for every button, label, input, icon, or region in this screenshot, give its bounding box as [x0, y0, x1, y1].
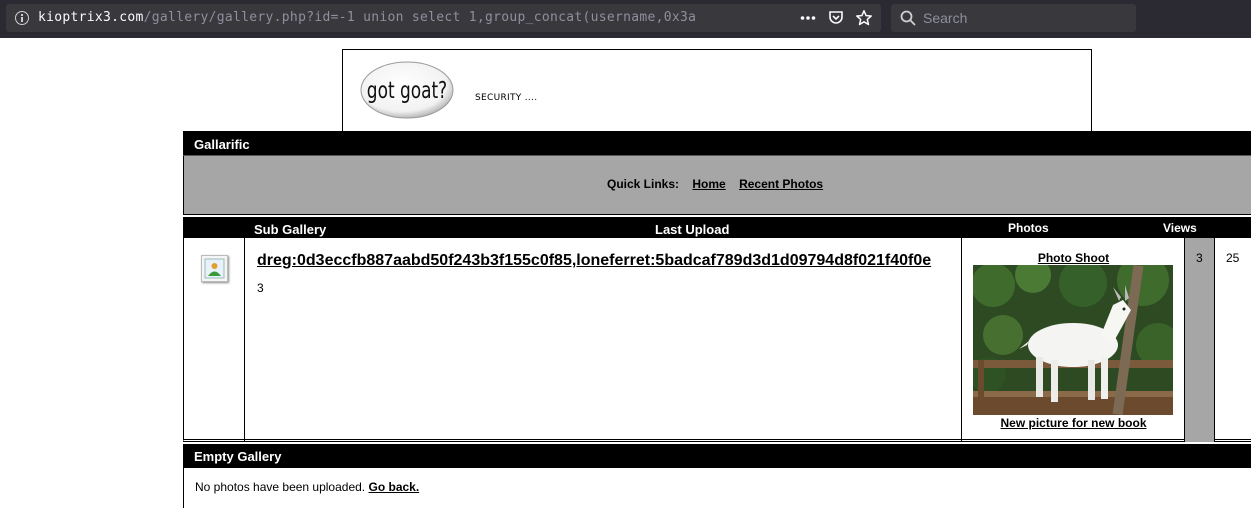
new-picture-link[interactable]: New picture for new book — [962, 416, 1185, 430]
home-link[interactable]: Home — [692, 177, 725, 191]
gallery-title: Gallarific — [194, 137, 250, 152]
pocket-icon[interactable] — [827, 9, 845, 27]
quick-links-label: Quick Links: — [607, 177, 680, 191]
no-photos-text: No photos have been uploaded. — [195, 480, 366, 494]
views-count: 25 — [1226, 251, 1240, 265]
photos-count: 3 — [1196, 251, 1203, 265]
go-back-link[interactable]: Go back. — [368, 480, 419, 494]
gallery-name-cell: dreg:0d3eccfb887aabd50f243b3f155c0f85,lo… — [245, 238, 962, 442]
url-actions — [799, 9, 873, 27]
quick-links-bar: Quick Links: Home Recent Photos — [183, 156, 1251, 215]
gallery-description: 3 — [257, 281, 264, 295]
gallery-image-icon[interactable] — [201, 255, 228, 282]
last-upload-cell: Photo Shoot New picture for new book — [962, 238, 1185, 442]
recent-photos-link[interactable]: Recent Photos — [739, 177, 823, 191]
info-icon[interactable] — [15, 11, 29, 25]
goat-photo[interactable] — [970, 254, 1180, 415]
header-last-upload: Last Upload — [655, 222, 730, 237]
search-placeholder: Search — [923, 10, 968, 26]
url-host: kioptrix3.com — [38, 10, 144, 25]
url-bar[interactable]: kioptrix3.com/gallery/gallery.php?id=-1 … — [6, 4, 881, 32]
url-path: /gallery/gallery.php?id=-1 union select … — [143, 10, 697, 25]
url-fade — [706, 6, 786, 30]
search-icon — [900, 10, 916, 31]
more-icon[interactable] — [799, 9, 817, 27]
url-text[interactable]: kioptrix3.com/gallery/gallery.php?id=-1 … — [38, 10, 778, 25]
tagline: SECURITY .... — [475, 93, 538, 103]
header-views: Views — [1163, 221, 1197, 235]
gallery-title-bar: Gallarific — [183, 131, 1251, 156]
quick-links: Quick Links: Home Recent Photos — [607, 177, 823, 191]
photos-count-cell: 3 — [1185, 238, 1215, 442]
views-count-cell: 25 — [1215, 238, 1251, 442]
bookmark-star-icon[interactable] — [855, 9, 873, 27]
header-sub-gallery: Sub Gallery — [254, 222, 327, 237]
got-goat-logo: got goat? — [359, 60, 455, 120]
gallery-name-link[interactable]: dreg:0d3eccfb887aabd50f243b3f155c0f85,lo… — [257, 252, 931, 270]
search-bar[interactable]: Search — [891, 4, 1136, 32]
empty-gallery-title: Empty Gallery — [194, 449, 282, 464]
header-photos: Photos — [1008, 221, 1049, 235]
svg-text:got goat?: got goat? — [367, 76, 447, 103]
gallery-icon-cell — [184, 238, 245, 442]
empty-gallery-bar: Empty Gallery — [183, 444, 1251, 468]
browser-toolbar: kioptrix3.com/gallery/gallery.php?id=-1 … — [0, 0, 1251, 38]
site-banner: got goat? SECURITY .... — [342, 49, 1092, 131]
table-row: dreg:0d3eccfb887aabd50f243b3f155c0f85,lo… — [183, 238, 1251, 442]
photo-shoot-link[interactable]: Photo Shoot — [962, 251, 1185, 265]
empty-gallery-message: No photos have been uploaded. Go back. — [195, 480, 419, 494]
column-headers: Sub Gallery Last Upload Photos Views — [183, 215, 1251, 238]
empty-gallery-border — [183, 468, 184, 508]
